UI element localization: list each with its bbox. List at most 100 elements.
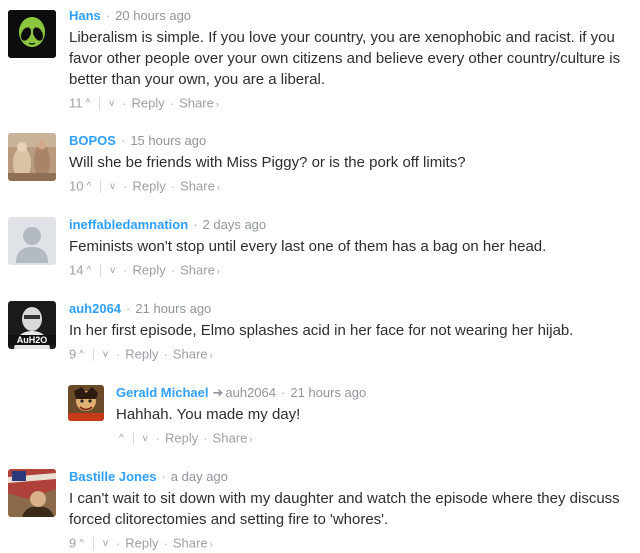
upvote-icon[interactable]: ^ <box>86 263 91 279</box>
vote-divider <box>92 537 94 551</box>
upvote-count: 14 <box>69 262 84 278</box>
downvote-icon[interactable]: v <box>103 536 108 552</box>
comment-header: auh2064 · 21 hours ago <box>69 301 634 317</box>
painting-icon <box>8 133 56 181</box>
timestamp[interactable]: 21 hours ago <box>290 385 366 400</box>
vote-divider <box>92 348 94 362</box>
reply-button[interactable]: Reply <box>133 263 166 278</box>
meta-separator: · <box>281 385 286 400</box>
comment-text: Will she be friends with Miss Piggy? or … <box>69 154 466 171</box>
share-button[interactable]: Share <box>180 179 215 194</box>
share-button[interactable]: Share <box>173 347 208 362</box>
timestamp[interactable]: a day ago <box>171 469 228 484</box>
flag-avatar[interactable] <box>8 469 56 517</box>
upvote-icon[interactable]: ^ <box>79 347 84 363</box>
comic-icon <box>68 385 104 421</box>
author-name[interactable]: Gerald Michael <box>116 385 208 400</box>
action-separator: · <box>123 178 128 194</box>
share-button[interactable]: Share <box>173 536 208 551</box>
meta-separator: · <box>161 469 166 484</box>
action-separator: · <box>203 430 208 446</box>
flag-icon <box>8 469 56 517</box>
share-button[interactable]: Share <box>213 431 248 446</box>
upvote-icon[interactable]: ^ <box>79 536 84 552</box>
vote-divider <box>132 432 134 446</box>
reply-arrow-icon: ➜ <box>212 385 224 400</box>
comment-header: Hans · 20 hours ago <box>69 8 634 24</box>
comment-actions: 9 ^ v · Reply · Share › <box>69 346 634 363</box>
reply-button[interactable]: Reply <box>133 179 166 194</box>
comment-text: In her first episode, Elmo splashes acid… <box>69 322 574 339</box>
meta-separator: · <box>120 133 126 148</box>
meta-separator: · <box>193 217 198 232</box>
comment-header: Gerald Michael ➜ auh2064 · 21 hours ago <box>116 385 634 401</box>
parent-author-link[interactable]: auh2064 <box>225 385 276 400</box>
timestamp[interactable]: 21 hours ago <box>135 301 211 316</box>
vote-divider <box>100 180 102 194</box>
downvote-icon[interactable]: v <box>110 263 115 279</box>
share-button[interactable]: Share <box>179 96 214 111</box>
author-name[interactable]: Bastille Jones <box>69 469 156 484</box>
action-separator: · <box>170 178 176 194</box>
upvote-icon[interactable]: ^ <box>119 431 124 447</box>
comment-header: BOPOS · 15 hours ago <box>69 133 634 149</box>
meta-separator: · <box>126 301 131 316</box>
comment-text: I can't wait to sit down with my daughte… <box>69 490 620 528</box>
downvote-icon[interactable]: v <box>103 347 108 363</box>
comment-actions: 14 ^ v · Reply · Share › <box>69 262 634 279</box>
action-separator: · <box>163 535 168 551</box>
comment-actions: ^ v · Reply · Share › <box>116 430 634 447</box>
action-separator: · <box>155 430 161 446</box>
author-name[interactable]: auh2064 <box>69 301 121 316</box>
action-separator: · <box>115 346 121 362</box>
painting-avatar[interactable] <box>8 133 56 181</box>
share-arrow-icon: › <box>209 349 213 360</box>
action-separator: · <box>123 262 128 278</box>
upvote-count: 9 <box>69 346 77 362</box>
upvote-icon[interactable]: ^ <box>86 179 91 195</box>
upvote-count: 10 <box>69 178 84 194</box>
upvote-count: 11 <box>69 95 83 111</box>
share-arrow-icon: › <box>215 98 219 109</box>
timestamp[interactable]: 15 hours ago <box>130 133 206 148</box>
downvote-icon[interactable]: v <box>143 431 148 447</box>
reply-button[interactable]: Reply <box>125 347 158 362</box>
author-name[interactable]: BOPOS <box>69 133 116 148</box>
reply-button[interactable]: Reply <box>132 96 165 111</box>
author-name[interactable]: Hans <box>69 8 101 23</box>
reply-button[interactable]: Reply <box>165 431 198 446</box>
upvote-icon[interactable]: ^ <box>86 96 91 112</box>
comment-actions: 9 ^ v · Reply · Share › <box>69 535 634 552</box>
alien-icon <box>8 10 56 58</box>
avatar-caption: AuH2O <box>17 335 48 345</box>
action-separator: · <box>170 262 176 278</box>
action-separator: · <box>163 346 168 362</box>
downvote-icon[interactable]: v <box>109 96 114 112</box>
comment-text: Liberalism is simple. If you love your c… <box>69 29 621 88</box>
share-button[interactable]: Share <box>180 263 215 278</box>
timestamp[interactable]: 20 hours ago <box>115 8 191 23</box>
share-arrow-icon: › <box>216 181 220 192</box>
share-arrow-icon: › <box>209 538 213 549</box>
action-separator: · <box>169 95 175 111</box>
vote-divider <box>99 97 101 111</box>
author-name[interactable]: ineffabledamnation <box>69 217 188 232</box>
default-avatar[interactable] <box>8 217 56 265</box>
comment-header: ineffabledamnation · 2 days ago <box>69 217 634 233</box>
comment-actions: 10 ^ v · Reply · Share › <box>69 178 634 195</box>
upvote-count: 9 <box>69 535 77 551</box>
share-arrow-icon: › <box>216 265 220 276</box>
downvote-icon[interactable]: v <box>110 179 115 195</box>
comment-text: Hahhah. You made my day! <box>116 406 301 423</box>
comic-avatar[interactable] <box>68 385 104 421</box>
timestamp[interactable]: 2 days ago <box>203 217 267 232</box>
comment-actions: 11 ^ v · Reply · Share › <box>69 95 634 112</box>
alien-avatar[interactable] <box>8 10 56 58</box>
meta-separator: · <box>105 8 111 23</box>
reply-button[interactable]: Reply <box>125 536 158 551</box>
share-arrow-icon: › <box>249 433 253 444</box>
vote-divider <box>100 264 102 278</box>
portrait-icon: AuH2O <box>8 301 56 349</box>
user-silhouette-icon <box>8 217 56 265</box>
portrait-avatar[interactable]: AuH2O <box>8 301 56 349</box>
